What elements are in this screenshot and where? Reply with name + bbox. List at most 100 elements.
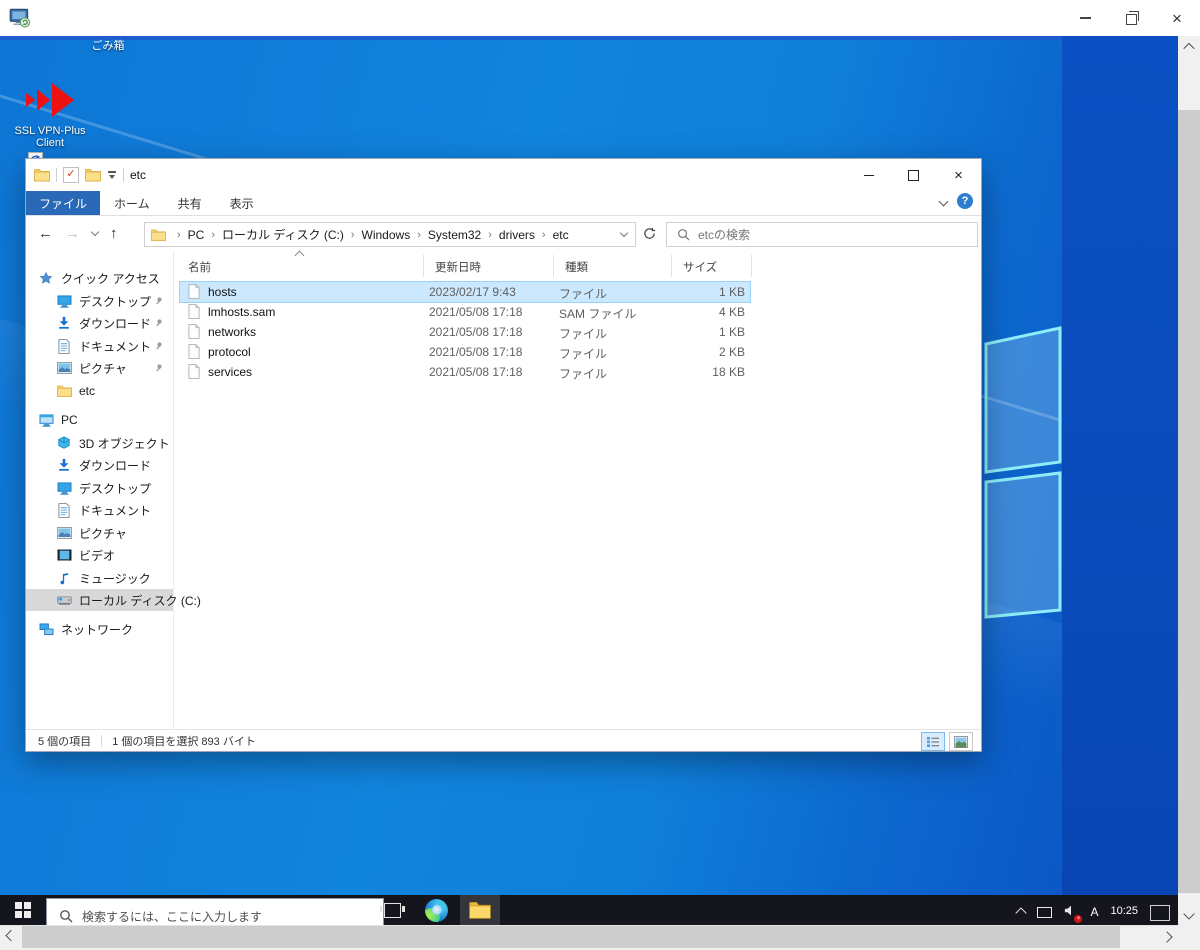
sidebar-item-network[interactable]: ネットワーク	[26, 618, 173, 640]
folder-icon	[34, 169, 50, 182]
breadcrumb-windows[interactable]: Windows	[362, 228, 411, 242]
minimize-icon	[863, 174, 874, 176]
file-explorer-button[interactable]	[460, 895, 500, 925]
network-icon	[38, 621, 54, 637]
task-view-button[interactable]	[372, 895, 412, 925]
display-tray-icon[interactable]	[1037, 906, 1053, 918]
back-button[interactable]: ←	[38, 226, 53, 241]
mute-badge-icon: ×	[1074, 915, 1083, 923]
edge-icon	[424, 898, 448, 922]
column-header-type[interactable]: 種類	[565, 259, 588, 275]
forward-button[interactable]: →	[65, 226, 80, 241]
breadcrumb-chevron[interactable]: ›	[204, 229, 222, 241]
search-input[interactable]: etcの検索	[666, 222, 978, 247]
recent-locations-dropdown[interactable]	[90, 227, 100, 237]
breadcrumb-chevron[interactable]: ›	[344, 229, 362, 241]
search-icon	[678, 229, 690, 241]
taskbar-search-input[interactable]: 検索するには、ここに入力します	[46, 898, 384, 925]
customize-toolbar-dropdown[interactable]	[107, 170, 117, 180]
address-bar[interactable]: › PC › ローカル ディスク (C:) › Windows › System…	[144, 222, 636, 247]
pin-icon	[153, 295, 163, 309]
explorer-titlebar[interactable]: ✓ etc ×	[26, 159, 981, 191]
ime-mode-indicator[interactable]: A	[1090, 905, 1098, 919]
breadcrumb-system32[interactable]: System32	[428, 228, 481, 242]
horizontal-scrollbar[interactable]	[0, 925, 1178, 948]
explorer-maximize-button[interactable]	[891, 159, 936, 191]
sidebar-item-music[interactable]: ミュージック	[26, 567, 173, 589]
details-view-button[interactable]	[921, 732, 945, 751]
breadcrumb-etc[interactable]: etc	[553, 228, 569, 242]
file-row-hosts[interactable]: hosts 2023/02/17 9:43 ファイル 1 KB	[179, 281, 751, 303]
sidebar-item-etc[interactable]: etc	[26, 380, 173, 402]
sidebar-item-documents-qa[interactable]: ドキュメント	[26, 335, 173, 357]
address-dropdown-icon[interactable]	[619, 228, 629, 238]
breadcrumb-chevron[interactable]: ›	[410, 229, 428, 241]
pin-icon	[153, 362, 163, 376]
tab-file[interactable]: ファイル	[26, 191, 101, 215]
sidebar-item-videos[interactable]: ビデオ	[26, 544, 173, 566]
edge-button[interactable]	[416, 895, 456, 925]
sidebar-item-desktop-pc[interactable]: デスクトップ	[26, 477, 173, 499]
taskbar-clock[interactable]: 10:25	[1110, 905, 1138, 917]
breadcrumb-pc[interactable]: PC	[188, 228, 205, 242]
sidebar-item-3d-objects[interactable]: 3D オブジェクト	[26, 432, 173, 454]
console-restore-button[interactable]	[1108, 0, 1154, 36]
thumbnail-view-button[interactable]	[949, 732, 973, 751]
start-button[interactable]	[0, 895, 46, 925]
desktop-icon-ssl-vpn-client[interactable]: SSL VPN-Plus Client	[14, 82, 86, 167]
action-center-icon[interactable]	[1150, 905, 1170, 921]
breadcrumb-local-disk[interactable]: ローカル ディスク (C:)	[222, 226, 344, 243]
new-folder-quick-button[interactable]	[85, 167, 101, 183]
breadcrumb-chevron[interactable]: ›	[535, 229, 553, 241]
sidebar-item-documents-pc[interactable]: ドキュメント	[26, 499, 173, 521]
scroll-up-icon	[1183, 42, 1195, 55]
taskbar-search-placeholder: 検索するには、ここに入力します	[82, 909, 263, 924]
sidebar-item-pictures-pc[interactable]: ピクチャ	[26, 522, 173, 544]
breadcrumb-chevron[interactable]: ›	[481, 229, 499, 241]
sidebar-item-pc[interactable]: PC	[26, 409, 173, 431]
file-icon	[188, 343, 200, 362]
folder-icon	[56, 383, 72, 399]
sidebar-item-downloads-pc[interactable]: ダウンロード	[26, 454, 173, 476]
pin-icon	[153, 340, 163, 354]
sidebar-item-local-disk-c[interactable]: ローカル ディスク (C:)	[26, 589, 201, 611]
downloads-icon	[56, 457, 72, 473]
refresh-button[interactable]	[638, 222, 660, 245]
refresh-icon	[643, 227, 655, 239]
console-minimize-button[interactable]	[1062, 0, 1108, 36]
scroll-right-icon	[1161, 931, 1173, 943]
volume-muted-icon[interactable]: ×	[1064, 903, 1083, 923]
horizontal-scroll-thumb[interactable]	[22, 926, 1120, 948]
file-row-protocol[interactable]: protocol 2021/05/08 17:18 ファイル 2 KB	[180, 342, 750, 362]
help-button[interactable]: ?	[957, 193, 973, 209]
breadcrumb-drivers[interactable]: drivers	[499, 228, 535, 242]
recycle-bin-label[interactable]: ごみ箱	[76, 37, 140, 53]
tab-home[interactable]: ホーム	[100, 191, 164, 215]
column-header-name[interactable]: 名前	[188, 259, 211, 275]
properties-quick-button[interactable]: ✓	[63, 167, 79, 183]
tab-share[interactable]: 共有	[164, 191, 216, 215]
hidden-icons-chevron[interactable]	[1015, 907, 1028, 919]
vpn-triangles-icon	[26, 83, 74, 117]
sidebar-item-quick-access[interactable]: クイック アクセス	[26, 267, 173, 289]
vertical-scroll-thumb[interactable]	[1178, 110, 1200, 893]
console-close-button[interactable]: ×	[1154, 0, 1200, 36]
expand-ribbon-icon[interactable]	[938, 196, 949, 206]
up-button[interactable]: ↑	[110, 226, 118, 241]
sidebar-item-desktop-qa[interactable]: デスクトップ	[26, 290, 173, 312]
tab-view[interactable]: 表示	[216, 191, 268, 215]
sidebar-item-pictures-qa[interactable]: ピクチャ	[26, 357, 173, 379]
column-header-size[interactable]: サイズ	[683, 259, 717, 275]
file-row-networks[interactable]: networks 2021/05/08 17:18 ファイル 1 KB	[180, 322, 750, 342]
explorer-close-button[interactable]: ×	[936, 159, 981, 191]
file-row-lmhosts[interactable]: lmhosts.sam 2021/05/08 17:18 SAM ファイル 4 …	[180, 302, 750, 322]
column-header-date[interactable]: 更新日時	[435, 259, 481, 275]
remote-desktop: ごみ箱 SSL VPN-Plus Client ✓ etc × ファイル ホーム…	[0, 36, 1178, 925]
sidebar-item-downloads-qa[interactable]: ダウンロード	[26, 312, 173, 334]
file-row-services[interactable]: services 2021/05/08 17:18 ファイル 18 KB	[180, 362, 750, 382]
ribbon-tab-bar: ファイル ホーム 共有 表示	[26, 191, 981, 216]
console-titlebar: ×	[0, 0, 1200, 36]
vertical-scrollbar[interactable]	[1178, 36, 1200, 925]
explorer-window: ✓ etc × ファイル ホーム 共有 表示 ? ← → ↑ › PC › ロー…	[25, 158, 982, 752]
explorer-minimize-button[interactable]	[846, 159, 891, 191]
